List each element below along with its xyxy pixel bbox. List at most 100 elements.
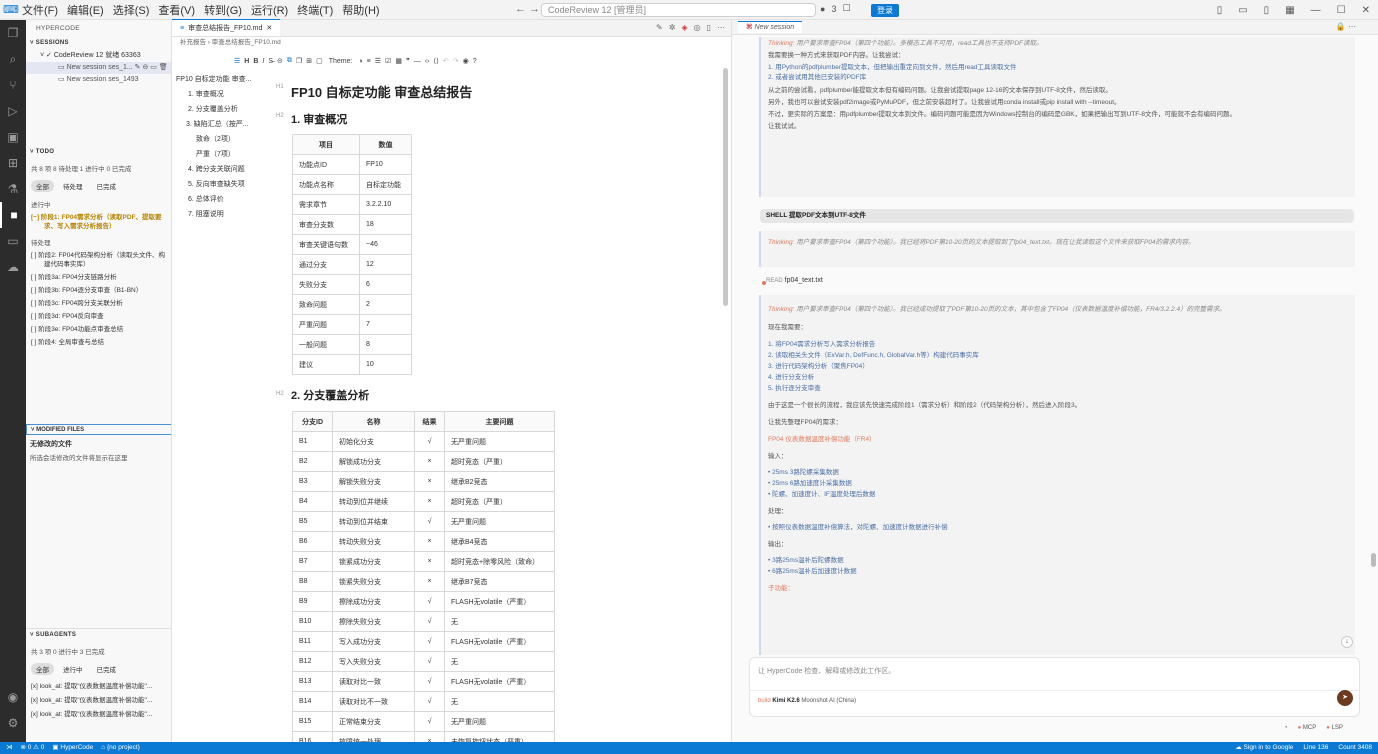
settings-gear-icon[interactable]: ⚙ [0,710,26,736]
heading-icon[interactable]: H [244,58,249,65]
edit-icon[interactable]: ✎ [656,23,663,32]
composer[interactable]: 让 HyperCode 检查、解释或修改此工作区。 build Kimi K2.… [749,657,1360,717]
filter-pill[interactable]: 已完成 [92,663,122,675]
strike-icon[interactable]: S̶ [268,58,273,65]
toc-icon[interactable]: ☰ [234,57,240,65]
menu-item[interactable]: 编辑(E) [67,5,104,17]
hypercode-status[interactable]: ▣ HyperCode [52,742,93,754]
editor-scrollbar[interactable] [723,68,728,306]
layout-icon[interactable]: ▯ [1217,5,1223,16]
outline-item[interactable]: 4. 跨分支关联问题 [176,162,271,177]
check-icon[interactable]: ☑ [385,57,391,65]
cloud-icon[interactable]: ☁ [0,254,26,280]
filter-pill[interactable]: 待处理 [58,180,88,192]
subagent-item[interactable]: [x] look_at: 提取"仪表数据温度补偿功能"... [26,678,171,692]
gear-icon[interactable]: ✲ [669,23,676,32]
filter-pill[interactable]: 已完成 [92,180,122,192]
layout2-icon[interactable]: ▭ [1238,5,1247,16]
lsp-status[interactable]: ● LSP [1326,725,1343,731]
lock-icon[interactable]: 🔒 ⋯ [1336,22,1356,31]
hr-icon[interactable]: — [414,58,421,65]
subagents-header[interactable]: ˅ SUBAGENTS [26,629,171,642]
testing-icon[interactable]: ⚗ [0,176,26,202]
outline-item[interactable]: 3. 缺陷汇总（按严... [176,117,271,132]
menu-item[interactable]: 运行(R) [251,5,288,17]
editor-tab[interactable]: ≡ 审查总结报告_FP10.md ✕ [172,19,281,36]
read-step[interactable]: READ fp04_text.txt [766,277,823,284]
theme-icon[interactable]: ◑ [358,58,362,65]
session-item[interactable]: ▭ New session ses_1493 [26,74,171,86]
agent-tab[interactable]: ⌘ New session [732,20,1378,35]
signin-status[interactable]: ☁ Sign in to Google [1235,742,1293,754]
minimize-icon[interactable]: — [1311,5,1321,16]
todo-item[interactable]: [ ] 阶段2: FP04代码架构分析（读取头文件、构建代码事实库） [26,249,171,271]
session-item[interactable]: ▭ New session ses_1... ✎ ⊖ ▭ 🗑 [26,62,171,74]
account-icon[interactable]: ◉ [0,684,26,710]
outline-item[interactable]: 6. 总体评价 [176,192,271,207]
outline-item[interactable]: 7. 阻塞说明 [176,207,271,222]
maximize-icon[interactable]: ☐ [1337,5,1346,16]
filter-pill[interactable]: 进行中 [58,663,88,675]
hypercode-icon[interactable]: ■ [0,202,26,228]
login-button[interactable]: 登录 [871,4,899,17]
modified-files-header[interactable]: ˅ MODIFIED FILES [26,424,171,435]
compare-icon[interactable]: ◎ [694,23,701,32]
todo-item[interactable]: [ ] 阶段3e: FP04功能点审查总结 [26,323,171,336]
link-icon[interactable]: ⊝ [277,57,283,65]
outline-item[interactable]: 5. 反向审查缺失项 [176,177,271,192]
ol-icon[interactable]: ☰ [375,57,381,65]
session-workspace[interactable]: ˅ ✓ CodeReview 12 就绪 63363 [26,50,171,62]
shell-step[interactable]: SHELL 提取PDF文本到UTF-8文件 [760,209,1354,223]
more-icon[interactable]: ⋯ [717,23,725,32]
sessions-header[interactable]: ˅ SESSIONS [26,37,171,50]
filter-pill[interactable]: 全部 [31,663,54,675]
command-center[interactable]: CodeReview 12 [管理员] [541,3,816,17]
preview-icon[interactable]: ◈ [681,23,687,32]
customize-icon[interactable]: ▦ [1285,5,1294,16]
close-icon[interactable]: ✕ [1362,5,1370,16]
help-icon[interactable]: ? [473,58,477,65]
tab-close-icon[interactable]: ✕ [266,20,272,36]
composer-input[interactable]: 让 HyperCode 检查、解释或修改此工作区。 [758,666,895,676]
agent-scrollbar[interactable] [1371,553,1376,567]
ul-icon[interactable]: ≡ [367,58,371,65]
todo-item[interactable]: [ ] 阶段3d: FP04反向审查 [26,310,171,323]
source-control-icon[interactable]: ⑂ [0,72,26,98]
italic-icon[interactable]: I [262,58,264,65]
split-icon[interactable]: ▯ [707,23,711,32]
line-status[interactable]: Line 136 [1303,742,1328,754]
outline-item[interactable]: 致命（2项） [176,132,271,147]
edit-icon[interactable]: ✎ ⊖ ▭ 🗑 [135,64,168,71]
menu-item[interactable]: 文件(F) [22,5,58,17]
todo-item[interactable]: [ ] 阶段3c: FP04跨分支关联分析 [26,297,171,310]
bold-icon[interactable]: B [253,58,258,65]
view-icon[interactable]: ◉ [463,57,469,65]
table-icon[interactable]: ▦ [395,57,402,65]
filter-pill[interactable]: 全部 [31,180,54,192]
vscode-icon[interactable]: ⧉ [287,57,292,65]
menu-item[interactable]: 终端(T) [297,5,333,17]
quote-icon[interactable]: ❞ [406,57,410,65]
chat-icon[interactable]: ☐ [842,3,850,14]
remote-icon[interactable]: ▣ [0,124,26,150]
panel-icon[interactable]: ▭ [0,228,26,254]
scroll-down-icon[interactable]: ↓ [1341,636,1353,648]
redo-icon[interactable]: ↷ [453,57,459,65]
search-icon[interactable]: ⌕ [0,46,26,72]
todo-item[interactable]: [ ] 阶段4: 全局审查与总结 [26,336,171,349]
outline-item[interactable]: 2. 分支覆盖分析 [176,102,271,117]
copy-icon[interactable]: ❐ [296,57,302,65]
menu-item[interactable]: 帮助(H) [342,5,379,17]
code-icon[interactable]: ‹› [425,58,430,65]
outline-item[interactable]: FP10 自标定功能 审查... [176,72,271,87]
problems-count[interactable]: ⊗ 0 ⚠ 0 [21,742,45,754]
run-debug-icon[interactable]: ▷ [0,98,26,124]
todo-item[interactable]: [ ] 阶段3b: FP04逐分支审查（B1-BN） [26,284,171,297]
remote-icon[interactable]: ⋊ [6,742,13,754]
layout3-icon[interactable]: ▯ [1264,5,1270,16]
model-selector[interactable]: build Kimi K2.6 Moonshot AI (China) [758,698,856,704]
menu-item[interactable]: 查看(V) [158,5,195,17]
image-icon[interactable]: ▢ [316,57,323,65]
count-status[interactable]: Count 3408 [1338,742,1372,754]
menu-item[interactable]: 转到(G) [204,5,242,17]
